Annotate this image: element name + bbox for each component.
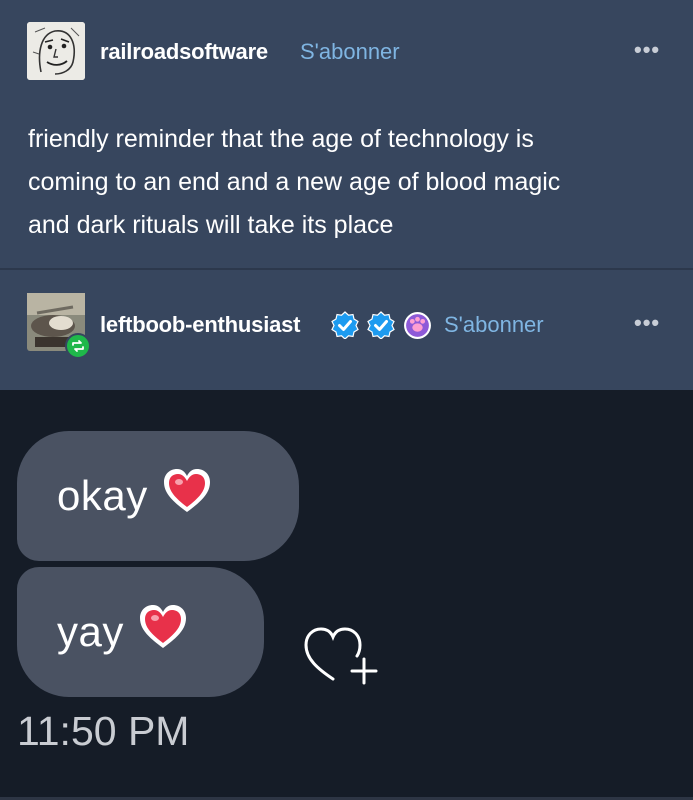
message-bubble: yay <box>17 567 264 697</box>
post-text-line: friendly reminder that the age of techno… <box>28 125 534 153</box>
more-options-icon[interactable]: ••• <box>634 37 660 63</box>
purple-paw-icon[interactable] <box>403 311 432 340</box>
heart-plus-icon <box>304 627 378 685</box>
message-timestamp: 11:50 PM <box>17 708 190 754</box>
chat-screenshot-image: okay yay 11:50 PM <box>0 390 693 800</box>
avatar[interactable] <box>27 22 85 80</box>
username[interactable]: railroadsoftware <box>100 39 268 65</box>
message-bubble: okay <box>17 431 299 561</box>
red-heart-icon <box>162 468 212 524</box>
post-railroadsoftware: railroadsoftware S'abonner ••• friendly … <box>0 0 693 268</box>
post-body: friendly reminder that the age of techno… <box>28 118 668 247</box>
follow-button[interactable]: S'abonner <box>300 39 400 65</box>
post-text-line: and dark rituals will take its place <box>28 211 394 239</box>
reblog-header: leftboob-enthusiast S'abonner ••• <box>0 270 693 390</box>
sketch-face-icon <box>27 22 85 80</box>
reblog-icon <box>65 333 91 359</box>
blue-check-icon[interactable] <box>367 311 395 339</box>
post-text-line: coming to an end and a new age of blood … <box>28 168 561 196</box>
message-text: yay <box>57 608 124 655</box>
username[interactable]: leftboob-enthusiast <box>100 312 301 338</box>
avatar[interactable] <box>27 293 91 359</box>
blue-check-icon[interactable] <box>331 311 359 339</box>
message-text: okay <box>57 472 148 519</box>
more-options-icon[interactable]: ••• <box>634 310 660 336</box>
follow-button[interactable]: S'abonner <box>444 312 544 338</box>
red-heart-icon <box>138 604 188 660</box>
